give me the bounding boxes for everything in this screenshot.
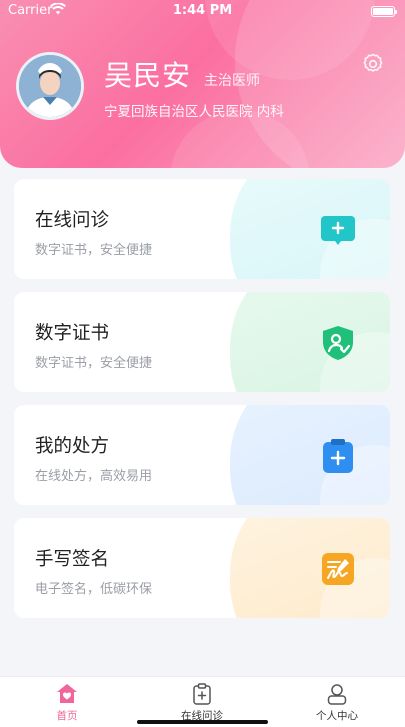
digital-certificate-card[interactable]: 数字证书 数字证书，安全便捷	[14, 292, 390, 392]
battery-icon	[371, 6, 397, 17]
home-icon	[55, 682, 79, 706]
online-consultation-card[interactable]: 在线问诊 数字证书，安全便捷	[14, 179, 390, 279]
clipboard-plus-icon	[319, 437, 357, 475]
card-title: 我的处方	[35, 436, 110, 457]
tab-online-consultation[interactable]: 在线问诊	[152, 682, 252, 723]
tab-label: 个人中心	[316, 710, 358, 722]
avatar[interactable]	[16, 52, 84, 120]
status-bar: Carrier 1:44 PM	[0, 0, 405, 22]
hospital-department: 宁夏回族自治区人民医院 内科	[104, 104, 284, 120]
clock: 1:44 PM	[172, 3, 233, 18]
user-icon	[325, 682, 349, 706]
card-subtitle: 数字证书，安全便捷	[35, 243, 153, 258]
card-title: 在线问诊	[35, 210, 110, 231]
tab-home[interactable]: 首页	[17, 682, 117, 723]
signature-icon	[319, 550, 357, 588]
card-title: 数字证书	[35, 323, 110, 344]
doctor-name: 吴民安	[104, 59, 192, 92]
doctor-title: 主治医师	[204, 73, 260, 89]
gear-icon[interactable]	[361, 52, 385, 76]
card-subtitle: 在线处方，高效易用	[35, 469, 153, 484]
chat-plus-icon	[319, 211, 357, 249]
profile-header: Carrier 1:44 PM 吴民安 主治医师 宁夏回族自治区人民医院 内科	[0, 0, 405, 168]
shield-certificate-icon	[319, 324, 357, 362]
my-prescriptions-card[interactable]: 我的处方 在线处方，高效易用	[14, 405, 390, 505]
card-subtitle: 电子签名，低碳环保	[35, 582, 153, 597]
card-subtitle: 数字证书，安全便捷	[35, 356, 153, 371]
bottom-tab-bar: 首页 在线问诊 个人中心	[0, 676, 405, 727]
clipboard-plus-icon	[190, 682, 214, 706]
home-indicator	[137, 720, 268, 724]
tab-label: 首页	[56, 710, 78, 722]
handwritten-signature-card[interactable]: 手写签名 电子签名，低碳环保	[14, 518, 390, 618]
tab-profile[interactable]: 个人中心	[287, 682, 387, 723]
card-title: 手写签名	[35, 549, 110, 570]
